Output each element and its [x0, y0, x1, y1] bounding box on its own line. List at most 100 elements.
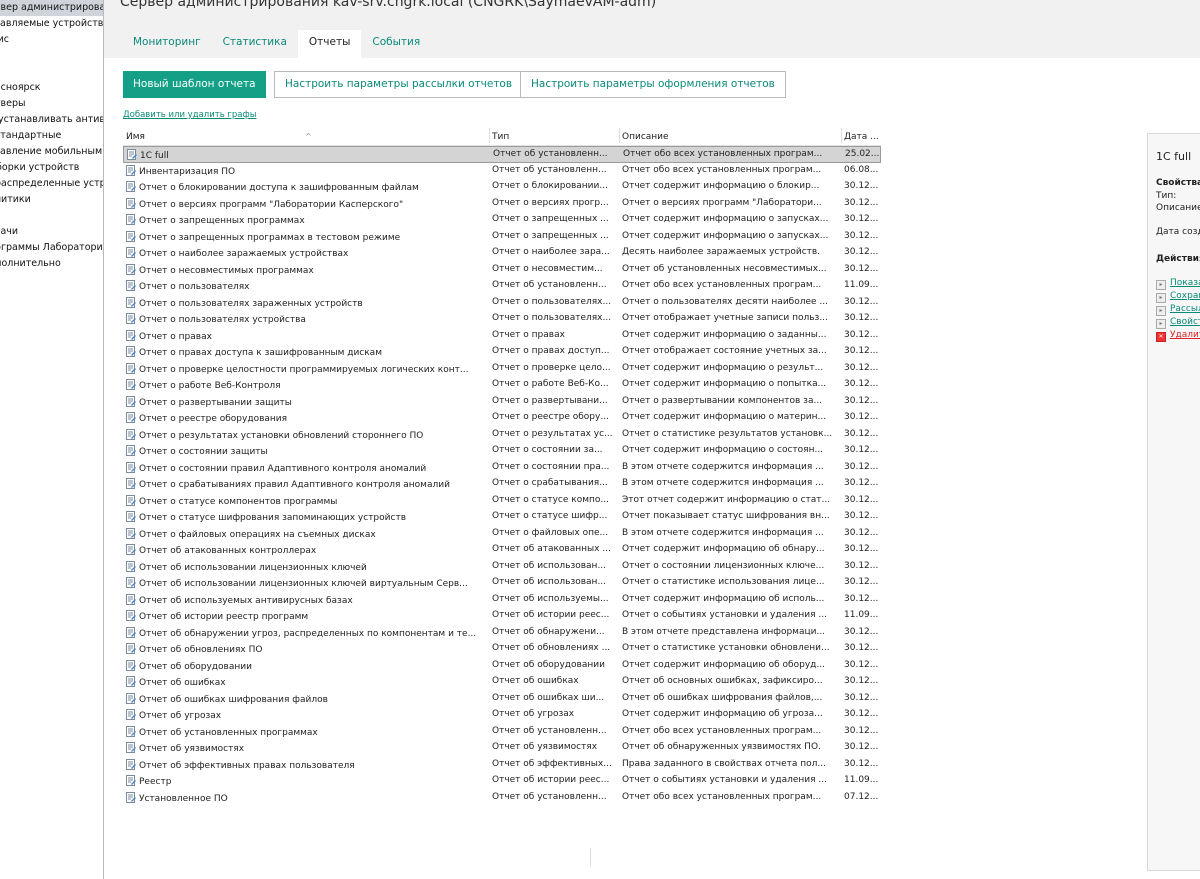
table-row[interactable]: 1C full Отчет об установленн... Отчет обо …	[123, 146, 881, 163]
table-row[interactable]: Отчет о состоянии правил Адаптивного кон…	[123, 460, 881, 477]
tree-item[interactable]: Управляемые устройства	[0, 16, 103, 32]
tree-item[interactable]: Нестандартные	[0, 128, 103, 144]
table-row[interactable]: Отчет об использовании лицензионных ключ…	[123, 575, 881, 592]
tree-item[interactable]: Сервер администрирования kav-srv.c	[0, 0, 103, 16]
table-row[interactable]: Отчет о блокировании доступа к зашифрова…	[123, 179, 881, 196]
cell-date: 30.12...	[844, 329, 879, 340]
table-row[interactable]: Отчет о развертывании защиты Отчет о разв…	[123, 394, 881, 411]
tree-item[interactable]: Не устанавливать антивирус	[0, 112, 103, 128]
table-row[interactable]: Отчет о состоянии защиты Отчет о состояни…	[123, 443, 881, 460]
table-row[interactable]: Отчет о результатах установки обновлений…	[123, 427, 881, 444]
action-item[interactable]: ▸ Рассылка	[1156, 304, 1200, 316]
action-item[interactable]: ▸ Свойства	[1156, 317, 1200, 329]
table-row[interactable]: Установленное ПО Отчет об установленн... О…	[123, 790, 881, 807]
table-row[interactable]: Отчет о проверке целостности программиру…	[123, 361, 881, 378]
table-row[interactable]: Отчет о статусе компонентов программы Отч…	[123, 493, 881, 510]
table-row[interactable]: Отчет о правах доступа к зашифрованным д…	[123, 344, 881, 361]
tree-item[interactable]: Задачи	[0, 224, 103, 240]
column-header-type[interactable]: Тип	[492, 132, 509, 142]
action-arrow-icon: ▸	[1156, 306, 1166, 316]
table-row[interactable]: Отчет об уязвимостях Отчет об уязвимостях…	[123, 740, 881, 757]
report-name: Отчет о версиях программ "Лаборатории Ка…	[139, 199, 404, 210]
table-row[interactable]: Отчет о файловых операциях на съемных ди…	[123, 526, 881, 543]
action-item[interactable]: ▸ Сохранить	[1156, 291, 1200, 303]
table-row[interactable]: Отчет об оборудовании Отчет об оборудован…	[123, 658, 881, 675]
table-body: 1C full Отчет об установленн... Отчет обо …	[123, 146, 881, 806]
table-row[interactable]: Отчет о версиях программ "Лаборатории Ка…	[123, 196, 881, 213]
action-link[interactable]: Удалить	[1170, 330, 1200, 340]
table-row[interactable]: Отчет о несовместимых программах Отчет о …	[123, 262, 881, 279]
table-row[interactable]: Инвентаризация ПО Отчет об установленн...…	[123, 163, 881, 180]
cell-date: 30.12...	[844, 346, 879, 356]
tree-item[interactable]: Политики	[0, 192, 103, 208]
tree-item[interactable]: Офис	[0, 32, 103, 48]
properties-heading: Свойства	[1156, 178, 1200, 188]
cell-name: Отчет о результатах установки обновлений…	[126, 428, 491, 441]
report-icon	[126, 775, 136, 786]
table-row[interactable]: Отчет об эффективных правах пользователя…	[123, 757, 881, 774]
table-row[interactable]: Отчет о пользователях зараженных устройс…	[123, 295, 881, 312]
table-row[interactable]: Отчет об обнаружении угроз, распределенн…	[123, 625, 881, 642]
table-row[interactable]: Отчет о запрещенных программах Отчет о за…	[123, 212, 881, 229]
report-icon	[126, 346, 136, 357]
table-row[interactable]: Отчет о правах Отчет о правах Отчет содерж…	[123, 328, 881, 345]
table-row[interactable]: Отчет об использовании лицензионных ключ…	[123, 559, 881, 576]
table-row[interactable]: Отчет о срабатываниях правил Адаптивного…	[123, 476, 881, 493]
table-row[interactable]: Отчет об установленных программах Отчет о…	[123, 724, 881, 741]
table-row[interactable]: Отчет об ошибках шифрования файлов Отчет …	[123, 691, 881, 708]
table-row[interactable]: Отчет о пользователях Отчет об установлен…	[123, 278, 881, 295]
table-row[interactable]: Отчет об обновлениях ПО Отчет об обновлен…	[123, 641, 881, 658]
console-tree[interactable]: Сервер администрирования kav-srv.cУправл…	[0, 0, 104, 879]
column-header-name[interactable]: Имя	[126, 132, 145, 142]
table-row[interactable]: Отчет о работе Веб-Контроля Отчет о работ…	[123, 377, 881, 394]
column-separator[interactable]	[841, 128, 842, 143]
table-row[interactable]: Реестр Отчет об истории реес... Отчет о со…	[123, 773, 881, 790]
table-row[interactable]: Отчет о реестре оборудования Отчет о реес…	[123, 410, 881, 427]
report-icon	[126, 626, 136, 638]
tree-item[interactable]: Красноярск	[0, 80, 103, 96]
column-header-date[interactable]: Дата ...	[844, 132, 879, 142]
tab-3[interactable]: События	[361, 30, 431, 58]
column-separator[interactable]	[489, 128, 490, 143]
tree-item[interactable]: Дополнительно	[0, 256, 103, 272]
sort-ascending-icon: ^	[305, 132, 312, 141]
table-row[interactable]: Отчет об используемых антивирусных базах…	[123, 592, 881, 609]
cell-type: Отчет о наиболее зара...	[492, 247, 610, 257]
action-item[interactable]: ✕ Удалить	[1156, 330, 1200, 342]
table-row[interactable]: Отчет о пользователях устройства Отчет о …	[123, 311, 881, 328]
action-link[interactable]: Свойства	[1170, 317, 1200, 327]
cell-type: Отчет о реестре обору...	[492, 412, 609, 422]
action-link[interactable]: Рассылка	[1170, 304, 1200, 314]
table-row[interactable]: Отчет о наиболее заражаемых устройствах О…	[123, 245, 881, 262]
tab-2[interactable]: Отчеты	[297, 30, 362, 58]
tree-item[interactable]: Usb	[0, 64, 103, 80]
tree-item[interactable]: Серверы	[0, 96, 103, 112]
tree-item[interactable]: Tlt	[0, 48, 103, 64]
table-row[interactable]: Отчет об угрозах Отчет об угрозах Отчет со…	[123, 707, 881, 724]
table-row[interactable]: Отчет о запрещенных программах в тестово…	[123, 229, 881, 246]
mailing-settings-button[interactable]: Настроить параметры рассылки отчетов	[274, 71, 524, 98]
cell-description: Отчет о событиях установки и удаления ..…	[622, 775, 827, 785]
action-item[interactable]: ▸ Показать отчет	[1156, 278, 1200, 290]
table-row[interactable]: Отчет об ошибках Отчет об ошибках Отчет об…	[123, 674, 881, 691]
table-row[interactable]: Отчет о статусе шифрования запоминающих …	[123, 509, 881, 526]
tab-0[interactable]: Мониторинг	[122, 30, 212, 58]
tab-1[interactable]: Статистика	[212, 30, 298, 58]
table-row[interactable]: Отчет об атакованных контроллерах Отчет о…	[123, 542, 881, 559]
column-header-description[interactable]: Описание	[622, 132, 669, 142]
tree-item[interactable]: Управление мобильными устройствами	[0, 144, 103, 160]
column-separator[interactable]	[619, 128, 620, 143]
report-icon	[126, 758, 136, 770]
report-name: Отчет об уязвимостях	[139, 744, 245, 754]
cell-name: Отчет о правах доступа к зашифрованным д…	[126, 346, 491, 358]
new-report-template-button[interactable]: Новый шаблон отчета	[123, 71, 266, 98]
action-link[interactable]: Сохранить	[1170, 291, 1200, 301]
cell-description: В этом отчете содержится информация ...	[622, 527, 824, 538]
tree-item[interactable]: Программы Лаборатории Касперского	[0, 240, 103, 256]
table-row[interactable]: Отчет об истории реестр программ Отчет об…	[123, 608, 881, 625]
add-remove-columns-link[interactable]: Добавить или удалить графы	[123, 110, 256, 120]
action-link[interactable]: Показать отчет	[1170, 278, 1200, 288]
tree-item[interactable]: Нераспределенные устройства	[0, 176, 103, 192]
tree-item[interactable]: Выборки устройств	[0, 160, 103, 176]
design-settings-button[interactable]: Настроить параметры оформления отчетов	[520, 71, 786, 98]
